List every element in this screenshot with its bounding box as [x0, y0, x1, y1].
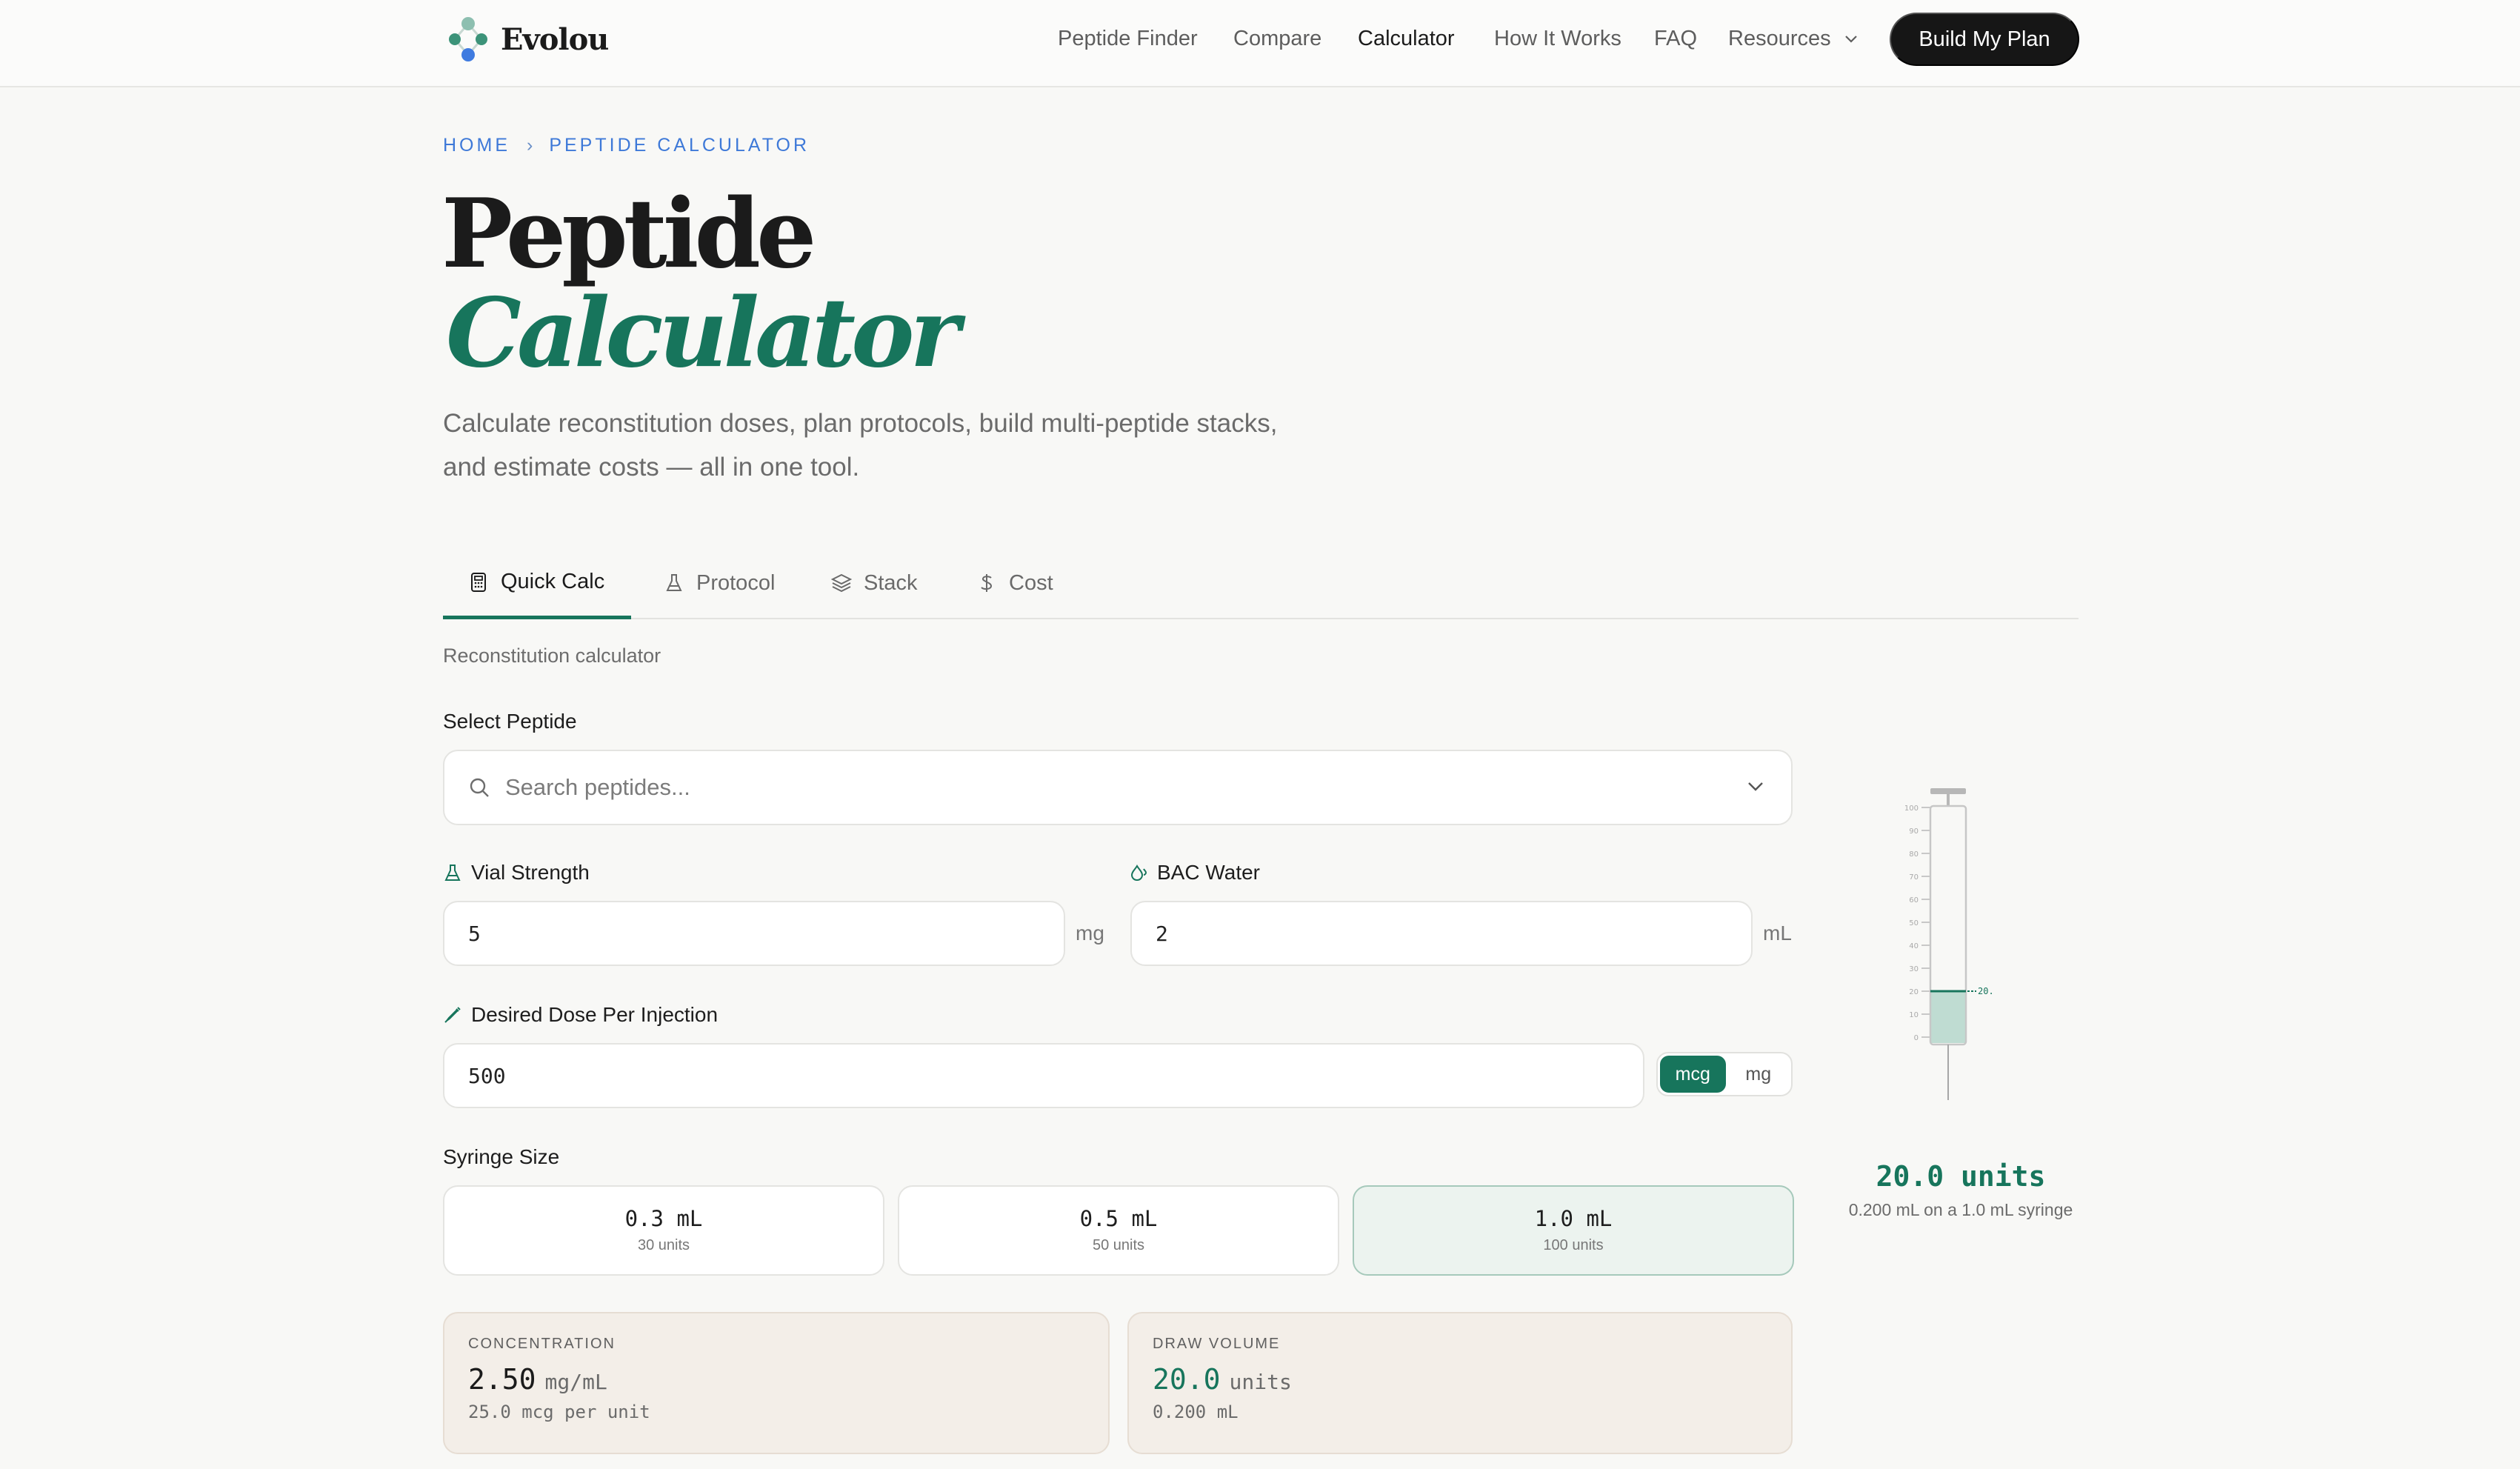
calculator-icon — [471, 572, 486, 592]
syringe-scale-label: 30 — [1909, 965, 1919, 973]
dollar-icon — [981, 574, 993, 592]
brand-name: Evolou — [501, 21, 609, 57]
nav-link-how-it-works[interactable]: How It Works — [1494, 27, 1621, 51]
bac-water-label: BAC Water — [1129, 861, 1260, 885]
tab-protocol[interactable]: Protocol — [664, 548, 775, 618]
search-icon — [470, 778, 489, 797]
bac-water-label-text: BAC Water — [1157, 861, 1260, 884]
dose-unit-toggle: mcg mg — [1656, 1052, 1793, 1096]
tab-protocol-label: Protocol — [696, 570, 776, 595]
breadcrumb: HOME › PEPTIDE CALCULATOR — [443, 135, 810, 156]
desired-dose-label: Desired Dose Per Injection — [443, 1003, 718, 1027]
tab-stack[interactable]: Stack — [831, 548, 918, 618]
flask-icon — [666, 574, 682, 591]
vial-strength-unit: mg — [1076, 922, 1104, 945]
layers-icon — [831, 573, 852, 593]
syringe-option-units: 30 units — [637, 1237, 690, 1253]
chevron-down-icon — [1748, 782, 1763, 791]
brand-logo[interactable]: Evolou — [444, 15, 609, 64]
section-label: Reconstitution calculator — [443, 644, 661, 667]
draw-volume-value-row: 20.0 units — [1153, 1363, 1791, 1396]
syringe-scale-label: 90 — [1909, 827, 1919, 836]
concentration-per-unit: 25.0 mcg per unit — [468, 1402, 650, 1422]
dose-unit-mcg-button[interactable]: mcg — [1660, 1056, 1726, 1093]
vial-strength-label: Vial Strength — [443, 861, 590, 885]
syringe-scale-label: 50 — [1909, 919, 1919, 927]
tab-cost-label: Cost — [1009, 570, 1053, 595]
vial-strength-label-text: Vial Strength — [471, 861, 590, 884]
concentration-caption: CONCENTRATION — [468, 1336, 616, 1352]
chevron-down-icon — [1844, 36, 1857, 43]
breadcrumb-home-link[interactable]: HOME — [443, 135, 510, 156]
concentration-value: 2.50 — [468, 1363, 536, 1396]
concentration-value-row: 2.50 mg/mL — [468, 1363, 1108, 1396]
peptide-search-select[interactable]: Search peptides... — [443, 750, 1793, 825]
water-drop-icon — [1130, 865, 1147, 882]
syringe-option-size: 0.5 mL — [1079, 1206, 1158, 1231]
syringe-option-units: 50 units — [1092, 1237, 1145, 1253]
draw-volume-ml: 0.200 mL — [1153, 1402, 1239, 1422]
calculator-tabs: Quick Calc Protocol Stack Cost — [443, 548, 2079, 619]
syringe-scale-label: 60 — [1909, 896, 1919, 905]
draw-volume-unit: units — [1229, 1370, 1292, 1394]
breadcrumb-current: PEPTIDE CALCULATOR — [549, 135, 810, 156]
syringe-option-0-5ml[interactable]: 0.5 mL 50 units — [898, 1185, 1339, 1276]
page-title-line-1: Peptide — [441, 179, 816, 290]
molecule-logo-icon — [449, 17, 487, 61]
syringe-option-0-3ml[interactable]: 0.3 mL 30 units — [443, 1185, 884, 1276]
page-title-line-2: Calculator — [446, 278, 960, 389]
syringe-caption: 0.200 mL on a 1.0 mL syringe — [1848, 1200, 2073, 1219]
nav-resources-label: Resources — [1728, 27, 1831, 50]
syringe-readout: 20.0 units — [1876, 1160, 2046, 1193]
peptide-search-placeholder: Search peptides... — [505, 774, 690, 800]
tab-cost[interactable]: Cost — [976, 548, 1053, 618]
syringe-scale-label: 0 — [1914, 1034, 1919, 1042]
bac-water-input[interactable]: 2 — [1130, 901, 1753, 966]
syringe-fill-level — [1931, 991, 1965, 1043]
syringe-scale-label: 20 — [1909, 988, 1919, 996]
nav-link-calculator[interactable]: Calculator — [1358, 27, 1455, 51]
page-description: Calculate reconstitution doses, plan pro… — [443, 409, 1278, 482]
syringe-scale: 1009080706050403020100 — [1904, 805, 1930, 1042]
nav-link-compare[interactable]: Compare — [1233, 27, 1321, 51]
syringe-size-label-text: Syringe Size — [443, 1145, 560, 1168]
syringe-option-size: 0.3 mL — [624, 1206, 703, 1231]
desired-dose-label-text: Desired Dose Per Injection — [471, 1003, 719, 1026]
select-peptide-label-text: Select Peptide — [443, 710, 577, 733]
concentration-unit: mg/mL — [544, 1370, 607, 1394]
syringe-option-units: 100 units — [1543, 1237, 1604, 1253]
dose-unit-mg-button[interactable]: mg — [1726, 1053, 1792, 1095]
syringe-diagram: 1009080706050403020100 20. — [1904, 788, 1994, 1100]
chevron-right-icon: › — [527, 135, 533, 156]
draw-volume-value: 20.0 — [1153, 1363, 1221, 1396]
tab-quick-calc-label: Quick Calc — [501, 570, 605, 593]
nav-dropdown-resources[interactable]: Resources — [1728, 27, 1858, 51]
top-navigation-bar: Evolou Peptide Finder Compare Calculator… — [0, 0, 2520, 87]
syringe-option-size: 1.0 mL — [1534, 1206, 1613, 1231]
syringe-scale-label: 10 — [1909, 1011, 1919, 1019]
syringe-option-1-0ml[interactable]: 1.0 mL 100 units — [1353, 1185, 1794, 1276]
concentration-card: CONCENTRATION 2.50 mg/mL 25.0 mcg per uni… — [443, 1312, 1110, 1454]
select-peptide-label: Select Peptide — [443, 710, 577, 733]
syringe-scale-label: 70 — [1909, 873, 1919, 882]
syringe-scale-label: 80 — [1909, 850, 1919, 859]
flask-icon — [444, 865, 461, 881]
nav-link-faq[interactable]: FAQ — [1654, 27, 1697, 51]
tab-stack-label: Stack — [864, 570, 918, 595]
syringe-scale-label: 100 — [1904, 805, 1919, 813]
desired-dose-input[interactable]: 500 — [443, 1043, 1644, 1108]
draw-volume-card: DRAW VOLUME 20.0 units 0.200 mL — [1127, 1312, 1793, 1454]
tab-quick-calc[interactable]: Quick Calc — [443, 548, 631, 619]
syringe-scale-label: 40 — [1909, 942, 1919, 950]
build-my-plan-button[interactable]: Build My Plan — [1890, 13, 2079, 66]
bac-water-unit: mL — [1763, 922, 1792, 945]
syringe-plunger-cap — [1930, 788, 1966, 794]
nav-link-peptide-finder[interactable]: Peptide Finder — [1058, 27, 1198, 51]
syringe-size-label: Syringe Size — [443, 1145, 559, 1169]
syringe-marker-label: 20. — [1978, 986, 1994, 996]
draw-volume-caption: DRAW VOLUME — [1153, 1336, 1281, 1352]
syringe-icon — [444, 1007, 461, 1023]
vial-strength-input[interactable]: 5 — [443, 901, 1065, 966]
